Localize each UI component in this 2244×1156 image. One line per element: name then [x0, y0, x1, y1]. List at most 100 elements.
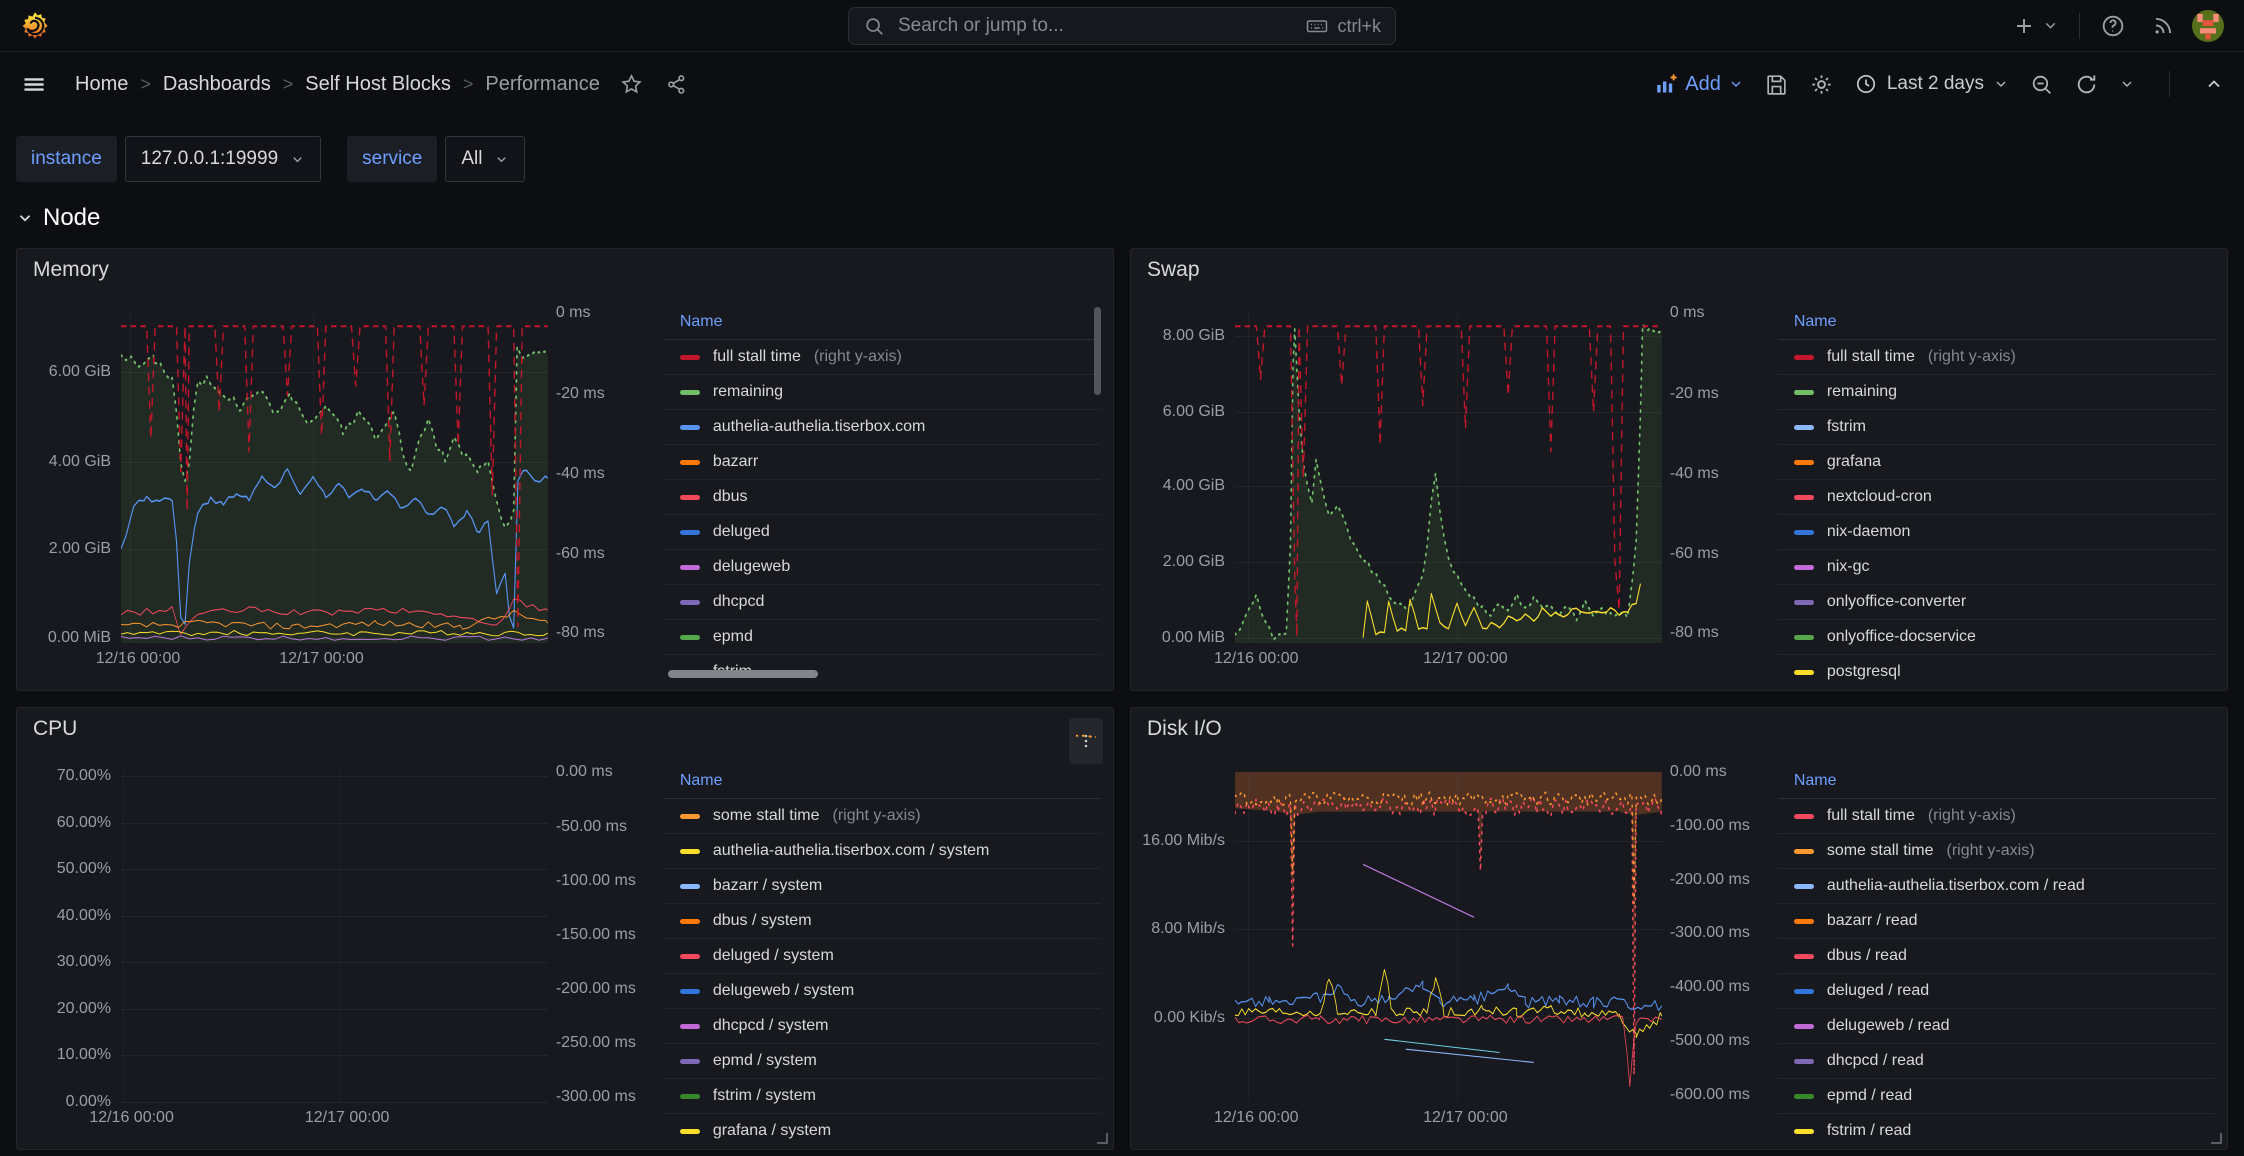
- legend-row[interactable]: grafana: [1778, 445, 2215, 480]
- refresh-chevron-down-icon[interactable]: [2119, 76, 2135, 92]
- variable-service-value[interactable]: All: [445, 136, 525, 182]
- news-icon[interactable]: [2150, 13, 2176, 39]
- legend-header[interactable]: Name: [1778, 305, 2215, 340]
- legend-row[interactable]: delugeweb / system: [664, 974, 1101, 1009]
- legend-row[interactable]: grafana / system: [664, 1114, 1101, 1142]
- series-color-pill: [680, 954, 700, 959]
- plot-area[interactable]: [1235, 772, 1662, 1102]
- y-axis-tick: -200.00 ms: [1670, 872, 1750, 888]
- new-chevron-down-icon[interactable]: [2042, 17, 2059, 34]
- series-color-pill: [1794, 425, 1814, 430]
- legend-horizontal-scrollbar[interactable]: [668, 670, 818, 678]
- legend-row[interactable]: nix-daemon: [1778, 515, 2215, 550]
- panel-title[interactable]: Memory: [33, 258, 109, 282]
- legend-row[interactable]: fstrim: [664, 655, 1101, 683]
- legend-row[interactable]: remaining: [664, 375, 1101, 410]
- legend-row[interactable]: deluged: [664, 515, 1101, 550]
- collapse-chevron-up-icon[interactable]: [2204, 74, 2224, 94]
- panel-menu-kebab-icon[interactable]: [1069, 718, 1103, 764]
- time-range-label: Last 2 days: [1887, 73, 1984, 95]
- search-input[interactable]: [896, 14, 1294, 38]
- legend-row[interactable]: onlyoffice-docservice: [1778, 620, 2215, 655]
- legend-row[interactable]: onlyoffice-converter: [1778, 585, 2215, 620]
- panel-resize-handle[interactable]: [2211, 1133, 2222, 1144]
- legend-row[interactable]: authelia-authelia.tiserbox.com / system: [664, 834, 1101, 869]
- save-icon[interactable]: [1764, 72, 1789, 97]
- legend-row[interactable]: deluged / system: [664, 939, 1101, 974]
- legend-row[interactable]: nextcloud-cron: [1778, 480, 2215, 515]
- series-color-pill: [1794, 495, 1814, 500]
- legend-row[interactable]: some stall time(right y-axis): [1778, 834, 2215, 869]
- plot-area[interactable]: [1235, 313, 1662, 643]
- new-button[interactable]: [2012, 14, 2036, 38]
- add-panel-button[interactable]: Add: [1654, 72, 1744, 96]
- legend-row[interactable]: fstrim / system: [664, 1079, 1101, 1114]
- gridline-horizontal: [1235, 562, 1662, 563]
- legend-header[interactable]: Name: [1778, 764, 2215, 799]
- panel-memory: Memory 6.00 GiB4.00 GiB2.00 GiB0.00 MiB …: [16, 248, 1114, 691]
- legend-row[interactable]: postgresql: [1778, 655, 2215, 683]
- favorite-star-icon[interactable]: [620, 73, 643, 96]
- settings-gear-icon[interactable]: [1809, 72, 1834, 97]
- legend-rows: some stall time(right y-axis) authelia-au…: [664, 799, 1101, 1142]
- legend-row[interactable]: fstrim: [1778, 410, 2215, 445]
- series-line: [1406, 1049, 1534, 1062]
- legend-row[interactable]: dhcpcd / read: [1778, 1044, 2215, 1079]
- breadcrumb-folder[interactable]: Self Host Blocks: [305, 73, 451, 96]
- search-bar[interactable]: ctrl+k: [848, 7, 1396, 45]
- legend-row[interactable]: epmd: [664, 620, 1101, 655]
- y-axis-tick: -100.00 ms: [1670, 818, 1750, 834]
- plot-area[interactable]: [121, 772, 548, 1102]
- legend-row[interactable]: remaining: [1778, 375, 2215, 410]
- y-axis-tick: 0.00 ms: [1670, 764, 1727, 780]
- legend-row[interactable]: dbus: [664, 480, 1101, 515]
- legend-row[interactable]: full stall time(right y-axis): [1778, 799, 2215, 834]
- legend-row[interactable]: bazarr: [664, 445, 1101, 480]
- y-axis-tick: -500.00 ms: [1670, 1033, 1750, 1049]
- avatar[interactable]: [2192, 10, 2224, 42]
- y-axis-tick: -80 ms: [1670, 625, 1719, 641]
- zoom-out-icon[interactable]: [2029, 72, 2054, 97]
- menu-icon[interactable]: [20, 71, 47, 98]
- legend-row[interactable]: some stall time(right y-axis): [664, 799, 1101, 834]
- legend-row[interactable]: bazarr / read: [1778, 904, 2215, 939]
- legend-row[interactable]: delugeweb / read: [1778, 1009, 2215, 1044]
- legend-row[interactable]: dbus / read: [1778, 939, 2215, 974]
- legend-row[interactable]: dhcpcd / system: [664, 1009, 1101, 1044]
- panel-title[interactable]: Disk I/O: [1147, 717, 1222, 741]
- legend-row[interactable]: epmd / system: [664, 1044, 1101, 1079]
- panel-title[interactable]: CPU: [33, 717, 77, 741]
- time-range-picker[interactable]: Last 2 days: [1854, 72, 2009, 96]
- legend-row[interactable]: full stall time(right y-axis): [664, 340, 1101, 375]
- variable-instance-value[interactable]: 127.0.0.1:19999: [125, 136, 321, 182]
- breadcrumb-dashboards[interactable]: Dashboards: [163, 73, 271, 96]
- panel-title[interactable]: Swap: [1147, 258, 1200, 282]
- legend-row[interactable]: deluged / read: [1778, 974, 2215, 1009]
- series-color-pill: [1794, 460, 1814, 465]
- help-icon[interactable]: [2100, 13, 2126, 39]
- share-icon[interactable]: [665, 73, 688, 96]
- legend-header[interactable]: Name: [664, 305, 1101, 340]
- legend-label: authelia-authelia.tiserbox.com / system: [713, 842, 990, 860]
- legend-header[interactable]: Name: [664, 764, 1101, 799]
- row-node[interactable]: Node: [0, 204, 2244, 232]
- legend-row[interactable]: authelia-authelia.tiserbox.com: [664, 410, 1101, 445]
- series-color-pill: [1794, 390, 1814, 395]
- panel-resize-handle[interactable]: [1097, 1133, 1108, 1144]
- plot-area[interactable]: [121, 313, 548, 643]
- legend-row[interactable]: epmd / read: [1778, 1079, 2215, 1114]
- breadcrumb-home[interactable]: Home: [75, 73, 128, 96]
- legend-row[interactable]: authelia-authelia.tiserbox.com / read: [1778, 869, 2215, 904]
- y-axis-tick: 2.00 GiB: [49, 541, 111, 557]
- grafana-logo[interactable]: [20, 11, 50, 41]
- legend-row[interactable]: dbus / system: [664, 904, 1101, 939]
- refresh-icon[interactable]: [2074, 72, 2099, 97]
- legend-row[interactable]: fstrim / read: [1778, 1114, 2215, 1142]
- series-color-pill: [680, 849, 700, 854]
- legend-row[interactable]: dhcpcd: [664, 585, 1101, 620]
- legend-row[interactable]: full stall time(right y-axis): [1778, 340, 2215, 375]
- legend-vertical-scrollbar[interactable]: [1094, 307, 1101, 395]
- legend-row[interactable]: bazarr / system: [664, 869, 1101, 904]
- legend-row[interactable]: delugeweb: [664, 550, 1101, 585]
- legend-row[interactable]: nix-gc: [1778, 550, 2215, 585]
